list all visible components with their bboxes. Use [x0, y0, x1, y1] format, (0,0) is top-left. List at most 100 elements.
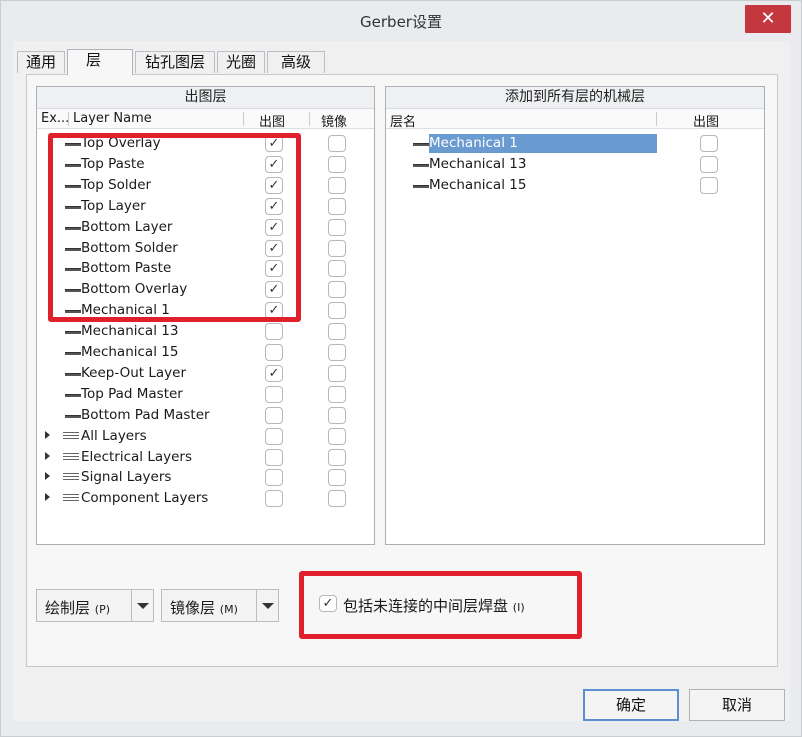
chevron-right-icon[interactable]	[45, 430, 50, 439]
plot-layers-header: Ex... Layer Name 出图 镜像	[37, 109, 374, 130]
mechanical-layer-row[interactable]: Mechanical 1	[386, 133, 764, 154]
mirror-checkbox[interactable]	[328, 385, 346, 403]
layer-row[interactable]: Keep-Out Layer ✓	[37, 363, 374, 384]
plot-checkbox[interactable]	[265, 385, 283, 403]
layer-name: Mechanical 13	[81, 323, 179, 340]
column-plot[interactable]: 出图	[693, 111, 719, 130]
layer-icon	[65, 352, 81, 355]
plot-checkbox[interactable]	[700, 155, 718, 173]
layer-name: Mechanical 1	[429, 134, 657, 153]
chevron-down-icon[interactable]	[256, 590, 278, 621]
layer-name: Mechanical 15	[81, 344, 179, 360]
plot-checkbox[interactable]	[700, 135, 718, 152]
mechanical-layer-row[interactable]: Mechanical 13	[386, 154, 764, 175]
layer-name: Electrical Layers	[81, 448, 193, 465]
layer-icon	[413, 163, 429, 167]
mirror-checkbox[interactable]	[328, 260, 346, 278]
mirror-checkbox[interactable]	[328, 469, 346, 487]
mechanical-layers-panel: 添加到所有层的机械层 层名 出图 Mechanical 1 Mechanical …	[385, 86, 765, 545]
mirror-checkbox[interactable]	[328, 135, 346, 152]
mirror-checkbox[interactable]	[328, 155, 346, 173]
plot-checkbox[interactable]	[265, 427, 283, 445]
column-divider	[309, 112, 310, 126]
mirror-checkbox[interactable]	[328, 427, 346, 445]
chevron-right-icon[interactable]	[45, 493, 50, 502]
chevron-down-icon[interactable]	[131, 590, 153, 621]
plot-checkbox[interactable]	[265, 323, 283, 341]
layer-group-icon	[63, 452, 79, 460]
layer-row[interactable]: All Layers	[37, 426, 374, 447]
column-plot[interactable]: 出图	[259, 111, 285, 130]
mirror-checkbox[interactable]	[328, 490, 346, 508]
ok-button[interactable]: 确定	[583, 689, 679, 721]
layer-row[interactable]: Bottom Pad Master	[37, 405, 374, 426]
layer-row[interactable]: Top Pad Master	[37, 384, 374, 405]
plot-checkbox[interactable]	[265, 469, 283, 487]
layer-icon	[413, 184, 429, 188]
layer-row[interactable]: Electrical Layers	[37, 447, 374, 468]
mirror-checkbox[interactable]	[328, 218, 346, 236]
cancel-button[interactable]: 取消	[689, 689, 785, 721]
plot-checkbox[interactable]: ✓	[265, 364, 283, 382]
plot-layers-title: 出图层	[37, 87, 374, 109]
column-mirror[interactable]: 镜像	[321, 111, 347, 130]
tab-general[interactable]: 通用	[17, 51, 65, 73]
mirror-checkbox[interactable]	[328, 364, 346, 382]
close-button[interactable]: ✕	[745, 5, 791, 33]
mirror-checkbox[interactable]	[328, 302, 346, 320]
column-divider	[68, 112, 69, 126]
layer-group-icon	[63, 431, 79, 439]
layer-icon	[65, 393, 81, 397]
layer-name: Mechanical 15	[429, 176, 527, 193]
tab-apertures[interactable]: 光圈	[217, 51, 265, 73]
plot-layers-dropdown-label: 绘制层 (P)	[45, 599, 111, 617]
layer-row[interactable]: Mechanical 15	[37, 342, 374, 363]
mechanical-layer-row[interactable]: Mechanical 15	[386, 175, 764, 196]
mirror-checkbox[interactable]	[328, 197, 346, 215]
layer-name: Bottom Pad Master	[81, 406, 210, 423]
column-divider	[243, 112, 244, 126]
tab-advanced[interactable]: 高级	[267, 51, 325, 73]
plot-checkbox[interactable]	[265, 448, 283, 466]
mirror-checkbox[interactable]	[328, 323, 346, 341]
plot-checkbox[interactable]	[265, 406, 283, 424]
layer-group-icon	[63, 473, 79, 481]
layer-row[interactable]: Signal Layers	[37, 467, 374, 488]
layer-row[interactable]: Mechanical 13	[37, 321, 374, 342]
layer-group-icon	[63, 494, 79, 502]
mechanical-layers-title: 添加到所有层的机械层	[386, 87, 764, 109]
highlight-box	[299, 571, 582, 639]
mirror-layers-dropdown[interactable]: 镜像层 (M)	[161, 589, 279, 622]
layer-name: All Layers	[81, 427, 147, 444]
mirror-checkbox[interactable]	[328, 448, 346, 466]
plot-checkbox[interactable]	[265, 344, 283, 361]
tab-layers[interactable]: 层	[67, 49, 133, 75]
highlight-box	[48, 133, 301, 322]
mirror-checkbox[interactable]	[328, 239, 346, 257]
mirror-checkbox[interactable]	[328, 344, 346, 361]
layer-name: Top Pad Master	[81, 385, 183, 402]
mirror-checkbox[interactable]	[328, 176, 346, 194]
layer-row[interactable]: Component Layers	[37, 488, 374, 509]
plot-checkbox[interactable]	[700, 176, 718, 194]
title-bar: Gerber设置 ✕	[1, 1, 801, 41]
plot-checkbox[interactable]	[265, 490, 283, 508]
layer-icon	[65, 372, 81, 376]
column-layer-name[interactable]: 层名	[390, 111, 416, 130]
mirror-checkbox[interactable]	[328, 281, 346, 299]
mechanical-layers-header: 层名 出图	[386, 109, 764, 130]
column-layer-name[interactable]: Layer Name	[73, 111, 152, 126]
mirror-layers-dropdown-label: 镜像层 (M)	[170, 599, 238, 617]
mirror-checkbox[interactable]	[328, 406, 346, 424]
plot-layers-dropdown[interactable]: 绘制层 (P)	[36, 589, 154, 622]
layer-icon	[413, 143, 429, 146]
layer-icon	[65, 331, 81, 335]
chevron-right-icon[interactable]	[45, 451, 50, 460]
layer-name: Mechanical 13	[429, 155, 527, 172]
chevron-right-icon[interactable]	[45, 472, 50, 481]
layer-icon	[65, 414, 81, 418]
gerber-settings-window: Gerber设置 ✕ 通用 层 钻孔图层 光圈 高级 出图层 Ex... Lay…	[0, 0, 802, 737]
column-expand[interactable]: Ex...	[41, 111, 69, 126]
column-divider	[656, 112, 657, 126]
tab-drill-drawing[interactable]: 钻孔图层	[135, 51, 215, 73]
